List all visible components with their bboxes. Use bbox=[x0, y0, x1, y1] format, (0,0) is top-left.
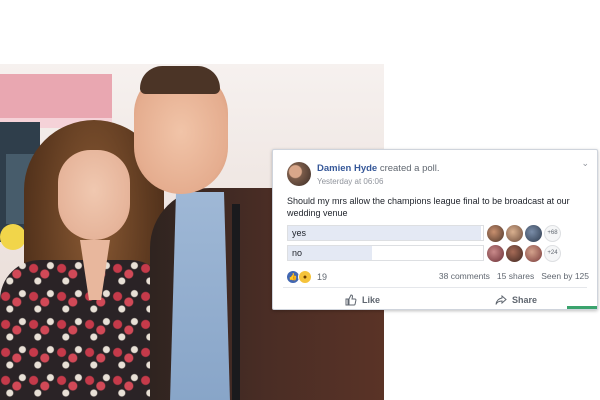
reactions-summary[interactable]: 👍 ● 19 bbox=[287, 270, 327, 284]
poll-option-yes[interactable]: yes bbox=[287, 225, 484, 241]
post-header: Damien Hyde created a poll. bbox=[317, 163, 440, 174]
voter-avatar bbox=[487, 224, 504, 242]
share-arrow-icon bbox=[495, 294, 507, 305]
voter-avatar bbox=[506, 244, 523, 262]
voter-avatar bbox=[525, 224, 542, 242]
facebook-poll-post: Damien Hyde created a poll. Yesterday at… bbox=[272, 149, 598, 310]
poll-option-label: no bbox=[292, 248, 303, 258]
divider bbox=[283, 287, 587, 288]
more-voters-count[interactable]: +68 bbox=[544, 224, 561, 242]
post-action-text: created a poll. bbox=[379, 163, 440, 174]
poll-option-no[interactable]: no bbox=[287, 245, 484, 261]
comments-count-link[interactable]: 38 comments bbox=[439, 271, 490, 281]
reaction-count: 19 bbox=[317, 272, 328, 282]
post-stats: 38 comments 15 shares Seen by 125 bbox=[439, 271, 589, 281]
voter-avatar bbox=[525, 244, 542, 262]
green-corner-accent bbox=[567, 306, 597, 309]
poll-voters-no[interactable]: +24 bbox=[487, 244, 561, 262]
voter-avatar bbox=[487, 244, 504, 262]
pink-shop-sign bbox=[0, 74, 112, 118]
share-button[interactable]: Share bbox=[495, 292, 537, 308]
poll-option-yes-fill bbox=[288, 226, 482, 240]
author-avatar[interactable] bbox=[287, 162, 311, 186]
more-voters-count[interactable]: +24 bbox=[544, 244, 561, 262]
post-timestamp[interactable]: Yesterday at 06:06 bbox=[317, 177, 383, 186]
woman-floral-dress bbox=[0, 260, 170, 400]
thumbs-up-outline-icon bbox=[345, 294, 357, 306]
like-button[interactable]: Like bbox=[345, 292, 380, 308]
woman-face bbox=[58, 150, 130, 240]
poll-voters-yes[interactable]: +68 bbox=[487, 224, 561, 242]
author-name-link[interactable]: Damien Hyde bbox=[317, 163, 377, 174]
chevron-down-icon[interactable]: ⌄ bbox=[581, 158, 589, 169]
share-button-label: Share bbox=[512, 295, 538, 305]
seen-by-count[interactable]: Seen by 125 bbox=[541, 271, 589, 281]
poll-option-label: yes bbox=[292, 228, 307, 238]
post-text: Should my mrs allow the champions league… bbox=[287, 196, 570, 218]
man-hair bbox=[140, 66, 220, 94]
shares-count-link[interactable]: 15 shares bbox=[497, 271, 534, 281]
jacket-stripe bbox=[232, 204, 240, 400]
like-button-label: Like bbox=[362, 295, 381, 305]
yellow-balloon bbox=[0, 224, 26, 250]
man-shirt bbox=[170, 192, 230, 400]
wow-face-icon: ● bbox=[298, 270, 312, 284]
voter-avatar bbox=[506, 224, 523, 242]
